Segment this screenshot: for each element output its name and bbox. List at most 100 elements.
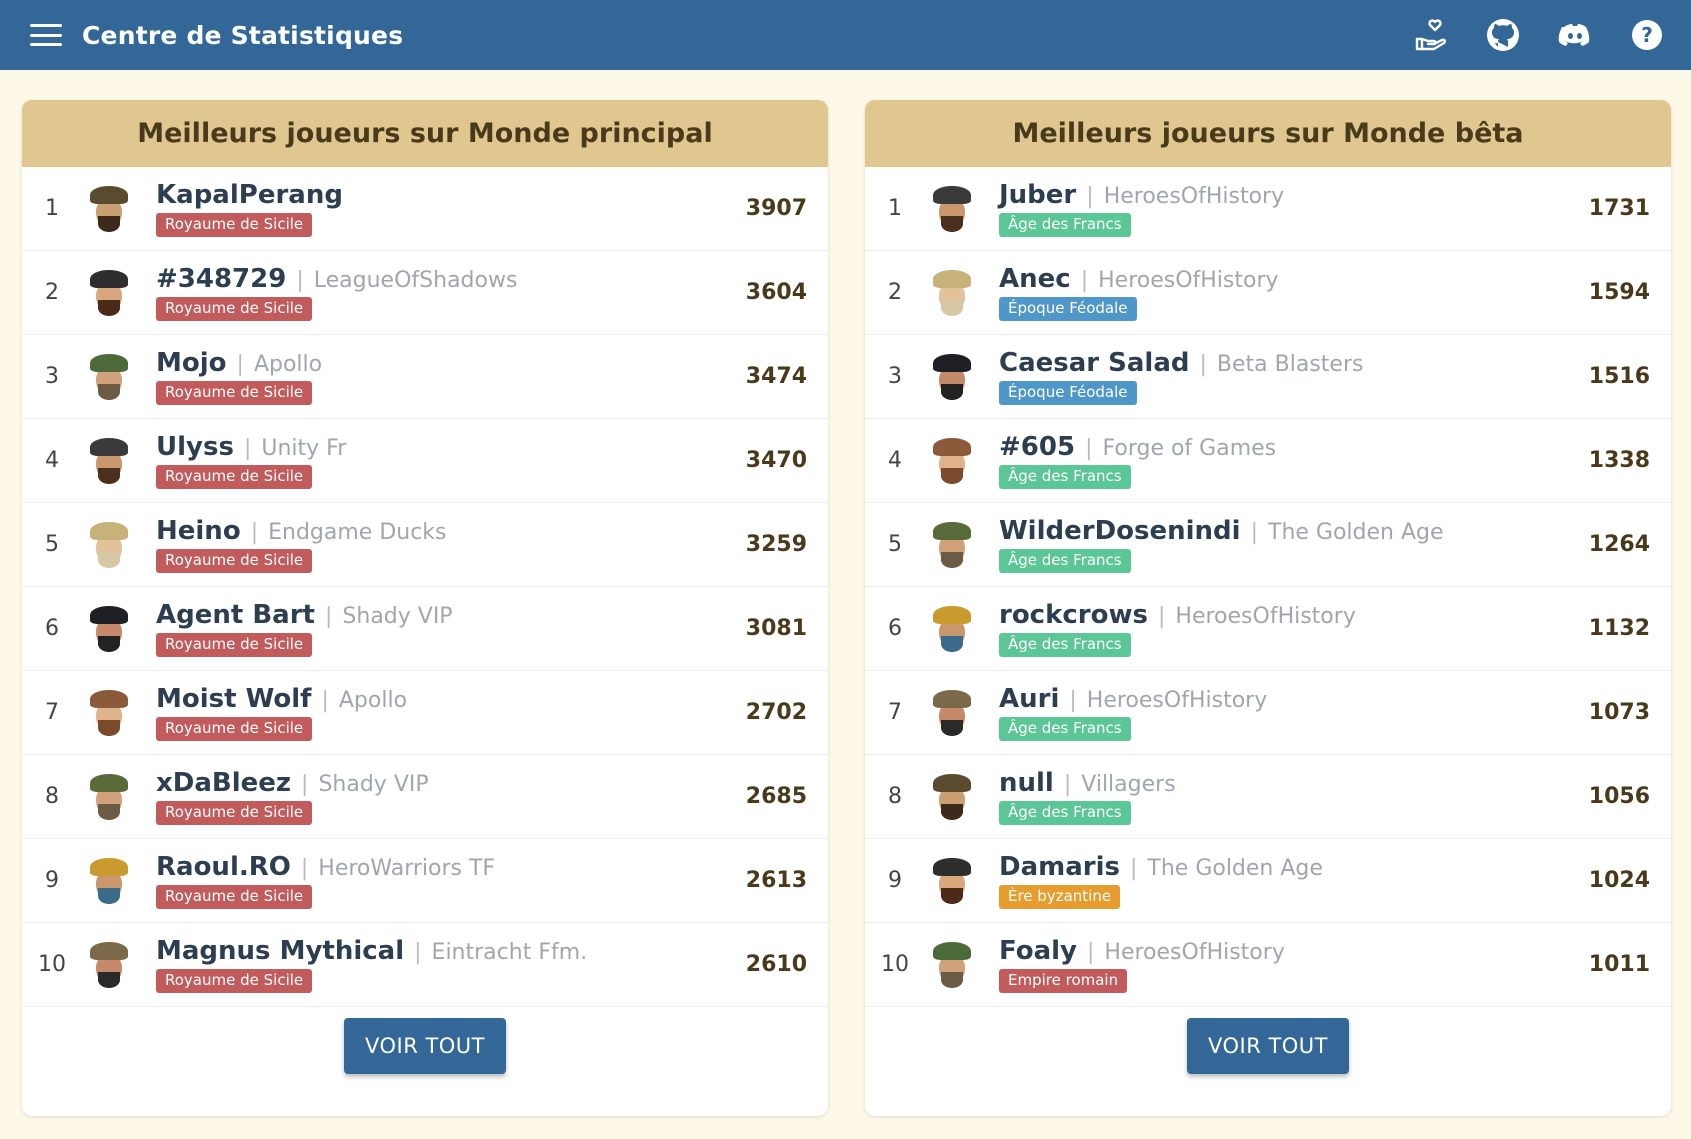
separator: |	[296, 268, 304, 293]
player-name[interactable]: KapalPerang	[156, 180, 343, 210]
player-info: Ulyss | Unity Fr Royaume de Sicile	[156, 432, 828, 489]
player-score: 1516	[1588, 364, 1650, 389]
panel-title: Meilleurs joueurs sur Monde bêta	[865, 100, 1671, 167]
player-guild[interactable]: HeroWarriors TF	[318, 856, 495, 881]
player-avatar	[82, 602, 136, 656]
player-row[interactable]: 8 xDaBleez | Shady VIP Royaume de Sicile…	[22, 755, 828, 839]
player-guild[interactable]: Eintracht Ffm.	[432, 940, 588, 965]
player-score: 1056	[1588, 784, 1650, 809]
player-guild[interactable]: LeagueOfShadows	[314, 268, 518, 293]
separator: |	[321, 688, 329, 713]
player-info: Heino | Endgame Ducks Royaume de Sicile	[156, 516, 828, 573]
player-info: null | Villagers Âge des Francs	[999, 768, 1671, 825]
discord-icon[interactable]	[1557, 17, 1593, 53]
player-guild[interactable]: Villagers	[1081, 772, 1175, 797]
player-row[interactable]: 3 Mojo | Apollo Royaume de Sicile 3474	[22, 335, 828, 419]
player-info: Caesar Salad | Beta Blasters Époque Féod…	[999, 348, 1671, 405]
player-guild[interactable]: The Golden Age	[1268, 520, 1444, 545]
player-list: 1 KapalPerang Royaume de Sicile 3907 2 #…	[22, 167, 828, 1007]
player-name[interactable]: Magnus Mythical	[156, 936, 404, 966]
player-name[interactable]: Ulyss	[156, 432, 234, 462]
player-name[interactable]: Agent Bart	[156, 600, 315, 630]
player-guild[interactable]: Apollo	[339, 688, 407, 713]
player-name[interactable]: Auri	[999, 684, 1059, 714]
player-row[interactable]: 1 Juber | HeroesOfHistory Âge des Francs…	[865, 167, 1671, 251]
see-all-button[interactable]: VOIR TOUT	[1187, 1018, 1349, 1074]
player-rank: 4	[888, 448, 902, 473]
player-guild[interactable]: HeroesOfHistory	[1087, 688, 1267, 713]
svg-text:?: ?	[1641, 23, 1653, 47]
era-badge: Âge des Francs	[999, 717, 1131, 741]
player-row[interactable]: 9 Damaris | The Golden Age Ère byzantine…	[865, 839, 1671, 923]
player-guild[interactable]: Unity Fr	[261, 436, 346, 461]
separator: |	[324, 604, 333, 629]
player-avatar	[925, 518, 979, 572]
player-row[interactable]: 2 Anec | HeroesOfHistory Époque Féodale …	[865, 251, 1671, 335]
player-info: Mojo | Apollo Royaume de Sicile	[156, 348, 828, 405]
player-name[interactable]: Juber	[999, 180, 1076, 210]
player-name[interactable]: Heino	[156, 516, 241, 546]
player-row[interactable]: 6 rockcrows | HeroesOfHistory Âge des Fr…	[865, 587, 1671, 671]
player-guild[interactable]: Endgame Ducks	[268, 520, 446, 545]
player-guild[interactable]: Forge of Games	[1102, 436, 1276, 461]
player-rank: 9	[888, 868, 902, 893]
player-name[interactable]: Raoul.RO	[156, 852, 291, 882]
separator: |	[250, 520, 259, 545]
player-avatar	[82, 770, 136, 824]
player-row[interactable]: 5 Heino | Endgame Ducks Royaume de Sicil…	[22, 503, 828, 587]
player-guild[interactable]: HeroesOfHistory	[1104, 184, 1284, 209]
player-guild[interactable]: Apollo	[254, 352, 322, 377]
player-info: #348729 | LeagueOfShadows Royaume de Sic…	[156, 264, 828, 321]
player-guild[interactable]: Shady VIP	[318, 772, 428, 797]
player-name[interactable]: #605	[999, 432, 1075, 462]
player-rank: 5	[45, 532, 59, 557]
leaderboard-panel-beta: Meilleurs joueurs sur Monde bêta 1 Juber…	[865, 100, 1671, 1116]
player-name[interactable]: #348729	[156, 264, 286, 294]
player-info: KapalPerang Royaume de Sicile	[156, 180, 828, 237]
player-guild[interactable]: Beta Blasters	[1217, 352, 1364, 377]
era-badge: Âge des Francs	[999, 549, 1131, 573]
separator: |	[1069, 688, 1077, 713]
player-name[interactable]: xDaBleez	[156, 768, 291, 798]
player-avatar	[925, 350, 979, 404]
player-name[interactable]: null	[999, 768, 1054, 798]
player-guild[interactable]: HeroesOfHistory	[1104, 940, 1284, 965]
player-avatar	[925, 266, 979, 320]
menu-icon[interactable]	[30, 24, 62, 46]
player-row[interactable]: 6 Agent Bart | Shady VIP Royaume de Sici…	[22, 587, 828, 671]
github-icon[interactable]	[1485, 17, 1521, 53]
donate-hand-heart-icon[interactable]	[1413, 17, 1449, 53]
panel-footer: VOIR TOUT	[22, 976, 828, 1116]
player-row[interactable]: 5 WilderDosenindi | The Golden Age Âge d…	[865, 503, 1671, 587]
player-name[interactable]: Foaly	[999, 936, 1077, 966]
player-name[interactable]: Moist Wolf	[156, 684, 311, 714]
player-name[interactable]: rockcrows	[999, 600, 1148, 630]
player-name[interactable]: Mojo	[156, 348, 227, 378]
top-app-bar: Centre de Statistiques ?	[0, 0, 1691, 70]
player-row[interactable]: 7 Auri | HeroesOfHistory Âge des Francs …	[865, 671, 1671, 755]
player-row[interactable]: 4 Ulyss | Unity Fr Royaume de Sicile 347…	[22, 419, 828, 503]
help-icon[interactable]: ?	[1629, 17, 1665, 53]
player-guild[interactable]: Shady VIP	[342, 604, 452, 629]
player-guild[interactable]: HeroesOfHistory	[1175, 604, 1355, 629]
player-row[interactable]: 2 #348729 | LeagueOfShadows Royaume de S…	[22, 251, 828, 335]
player-row[interactable]: 8 null | Villagers Âge des Francs 1056	[865, 755, 1671, 839]
player-row[interactable]: 1 KapalPerang Royaume de Sicile 3907	[22, 167, 828, 251]
player-name[interactable]: WilderDosenindi	[999, 516, 1241, 546]
player-row[interactable]: 4 #605 | Forge of Games Âge des Francs 1…	[865, 419, 1671, 503]
player-name[interactable]: Damaris	[999, 852, 1120, 882]
player-score: 1731	[1588, 196, 1650, 221]
era-badge: Âge des Francs	[999, 213, 1131, 237]
era-badge: Âge des Francs	[999, 465, 1131, 489]
separator: |	[1086, 940, 1095, 965]
player-name[interactable]: Anec	[999, 264, 1071, 294]
era-badge: Âge des Francs	[999, 801, 1131, 825]
player-name[interactable]: Caesar Salad	[999, 348, 1190, 378]
player-row[interactable]: 9 Raoul.RO | HeroWarriors TF Royaume de …	[22, 839, 828, 923]
player-row[interactable]: 3 Caesar Salad | Beta Blasters Époque Fé…	[865, 335, 1671, 419]
player-guild[interactable]: The Golden Age	[1147, 856, 1323, 881]
era-badge: Royaume de Sicile	[156, 549, 313, 573]
see-all-button[interactable]: VOIR TOUT	[344, 1018, 506, 1074]
player-row[interactable]: 7 Moist Wolf | Apollo Royaume de Sicile …	[22, 671, 828, 755]
player-guild[interactable]: HeroesOfHistory	[1098, 268, 1278, 293]
